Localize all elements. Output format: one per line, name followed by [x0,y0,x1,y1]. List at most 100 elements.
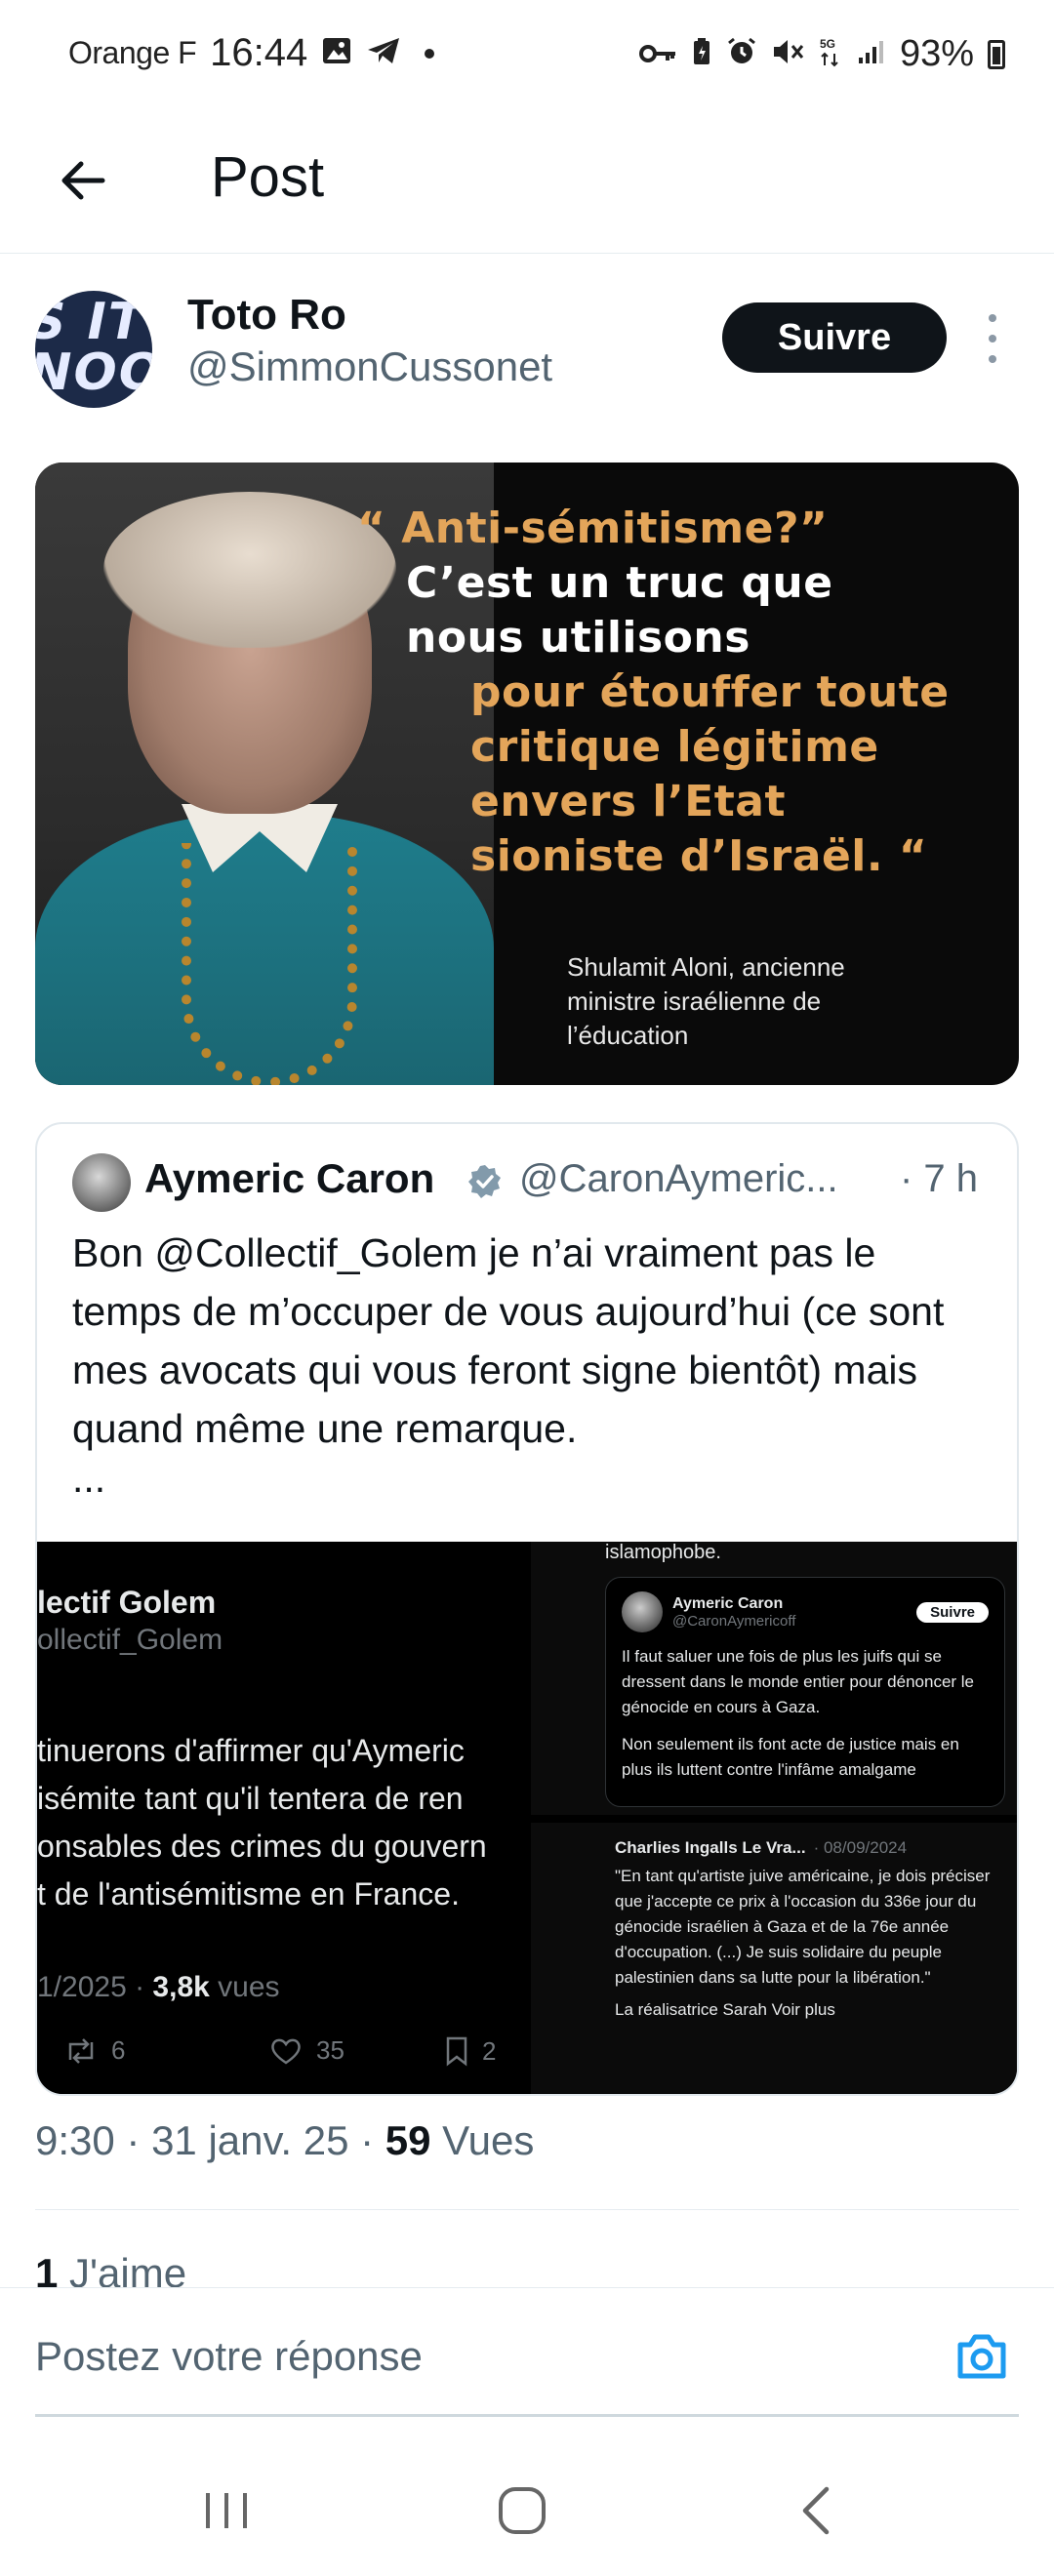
screenshot-card-text2: Non seulement ils font acte de justice m… [622,1735,959,1779]
quote-line: C’est un truc que [406,558,833,608]
quote-line: envers l’Etat [470,777,787,826]
divider [35,2209,1019,2210]
screenshot-line: t de l'antisémitisme en France. [37,1876,460,1912]
quoted-author-avatar [72,1153,131,1212]
quoted-post-text: Bon @Collectif_Golem je n’ai vraiment pa… [72,1230,945,1451]
author-handle[interactable]: @SimmonCussonet [187,343,552,390]
signal-icon [857,38,886,71]
verified-badge-icon [468,1165,501,1198]
quote-line: critique légitime [470,722,879,772]
post-views-label: Vues [430,2117,535,2163]
back-button[interactable] [49,146,117,215]
screenshot-name: lectif Golem [37,1585,217,1620]
home-icon [499,2487,546,2534]
like-count: 35 [316,2035,345,2065]
screenshot-bookmark: 2 [445,2035,496,2067]
author-avatar[interactable]: S IT NOO [35,291,152,408]
quoted-media-grid: lectif Golem ollectif_Golem tinuerons d'… [37,1542,1017,2094]
avatar-lettering-line1: S IT [35,293,145,351]
screenshot-top-text: islamophobe. [605,1542,721,1563]
post-time: 9:30 · 31 janv. 25 · [35,2117,385,2163]
quoted-post-time: · 7 h [900,1157,979,1200]
page-title: Post [211,145,325,209]
alarm-icon [726,36,757,73]
camera-button[interactable] [953,2327,1011,2386]
retweet-icon [68,2037,94,2064]
status-bar-right: 5G 93% [638,33,1005,75]
image-caption: Shulamit Aloni, ancienne ministre israél… [567,950,860,1053]
avatar-lettering: S IT NOO [35,297,152,398]
home-button[interactable] [488,2476,556,2545]
back-nav-button[interactable] [783,2476,851,2545]
bookmark-count: 2 [482,2035,497,2066]
more-dot [989,355,996,363]
quoted-post[interactable]: Aymeric Caron @CaronAymeric... · 7 h Bon… [35,1122,1019,2096]
screenshot-line: onsables des crimes du gouvern [37,1829,487,1864]
screenshot-card-text1: Il faut saluer une fois de plus les juif… [622,1647,975,1716]
portrait-hair [103,492,396,648]
gallery-icon [321,36,352,71]
screenshot-like: 35 [269,2035,345,2066]
screenshot-retweet: 6 [64,2035,125,2066]
post-image[interactable]: “ Anti-sémitisme?” C’est un truc que nou… [35,463,1019,1085]
battery-icon [988,39,1005,69]
quote-line: nous utilisons [406,613,750,663]
screenshot-card-name: Aymeric Caron [672,1594,784,1612]
screenshot-card-head: Aymeric Caron @CaronAymericoff Suivre [622,1591,989,1632]
more-dots-icon [989,314,996,322]
likes-label: J'aime [58,2250,187,2289]
reply-underline [35,2414,1019,2417]
system-nav-bar [0,2435,1054,2576]
quoted-media-left[interactable]: lectif Golem ollectif_Golem tinuerons d'… [37,1542,523,2094]
screenshot-line: isémite tant qu'il tentera de ren [37,1781,464,1816]
back-chevron-icon [802,2486,830,2535]
network-5g-icon: 5G [818,36,843,73]
clock: 16:44 [210,31,308,74]
quoted-media-bottom-right[interactable]: Charlies Ingalls Le Vra... · 08/09/2024 … [531,1823,1017,2094]
carrier-label: Orange F [68,35,197,70]
caption-line: Shulamit Aloni, ancienne [567,952,845,982]
screenshot-card: Charlies Ingalls Le Vra... · 08/09/2024 … [605,1832,1005,2086]
post-views-count: 59 [385,2117,431,2163]
screenshot-card-head: Charlies Ingalls Le Vra... · 08/09/2024 [615,1838,995,1858]
quoted-media-top-right[interactable]: islamophobe. Aymeric Caron @CaronAymeric… [531,1542,1017,1815]
mute-icon [771,37,804,72]
author-name[interactable]: Toto Ro [187,291,346,340]
portrait-necklace [182,843,357,1085]
avatar-lettering-line2: NOO [35,343,152,402]
heart-icon [271,2038,301,2065]
screenshot-card: Aymeric Caron @CaronAymericoff Suivre Il… [605,1577,1005,1807]
screenshot-card-text: "En tant qu'artiste juive américaine, je… [615,1867,991,1987]
reply-input[interactable]: Postez votre réponse [35,2333,423,2380]
screenshot-card-name: Charlies Ingalls Le Vra... [615,1838,806,1857]
quoted-author-handle: @CaronAymeric... [519,1157,838,1200]
screenshot-date: 1/2025 · [37,1971,153,2003]
likes-count: 1 [35,2250,59,2289]
top-app-bar: Post [0,107,1054,254]
more-options-button[interactable] [976,314,1009,363]
recent-apps-button[interactable] [192,2476,261,2545]
likes-row[interactable]: 1 J'aime [35,2250,186,2289]
quoted-author-name: Aymeric Caron [144,1155,435,1201]
quoted-post-ellipsis: ... [72,1456,106,1501]
screenshot-card-more: La réalisatrice Sarah Voir plus [615,2000,835,2019]
bookmark-icon [446,2036,467,2067]
arrow-left-icon [61,161,105,200]
telegram-icon [366,36,401,71]
battery-saver-icon [691,37,712,72]
notification-dot-icon [425,48,435,59]
screenshot-card-date: · 08/09/2024 [813,1838,908,1857]
screenshot-handle: ollectif_Golem [37,1624,223,1656]
follow-button[interactable]: Suivre [722,302,947,373]
post-timestamp: 9:30 · 31 janv. 25 · 59 Vues [35,2117,534,2164]
status-bar-left: Orange F 16:44 [68,31,435,75]
retweet-count: 6 [111,2035,126,2065]
svg-text:5G: 5G [820,37,835,51]
reply-bar: Postez votre réponse [0,2287,1054,2420]
screenshot-meta: 1/2025 · 3,8k vues [37,1971,280,2004]
screenshot-card-handle: @CaronAymericoff [672,1612,796,1630]
screenshot-avatar [622,1591,663,1632]
caption-line: l’éducation [567,1021,689,1050]
camera-icon [957,2334,1006,2379]
screenshot-views: 3,8k [152,1971,210,2003]
